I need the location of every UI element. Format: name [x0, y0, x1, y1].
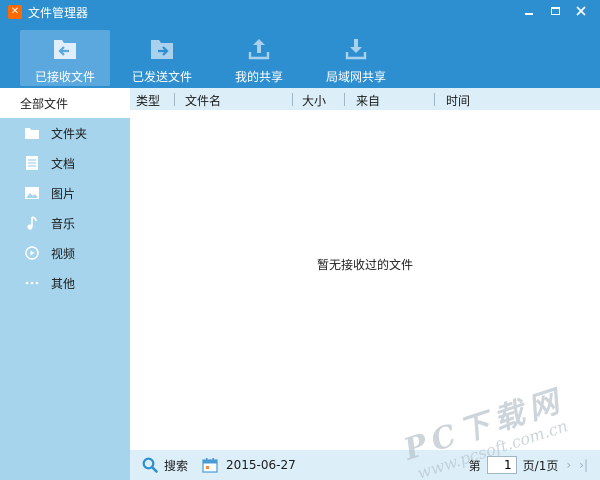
column-header-from[interactable]: 来自 — [356, 92, 380, 109]
search-button[interactable]: 搜索 — [164, 457, 188, 474]
close-button[interactable] — [568, 2, 594, 20]
inbox-arrow-icon — [54, 40, 76, 59]
column-header-size[interactable]: 大小 — [302, 92, 326, 109]
window-controls — [516, 2, 594, 20]
upload-icon — [248, 39, 270, 60]
sidebar-item-video[interactable]: 视频 — [0, 238, 130, 268]
last-page-button[interactable]: ›| — [579, 458, 588, 472]
column-header-time[interactable]: 时间 — [446, 92, 470, 109]
sidebar-item-label: 图片 — [51, 186, 76, 201]
my-share-label: 我的共享 — [234, 70, 283, 84]
lan-share-tab[interactable]: 局域网共享 — [308, 30, 404, 86]
video-icon — [24, 245, 40, 261]
maximize-icon — [550, 7, 560, 15]
sidebar-item-label: 文件夹 — [51, 126, 88, 141]
column-header-filename[interactable]: 文件名 — [185, 92, 221, 109]
file-manager-window: ✕ 文件管理器 已接收文件 已发送文件 我的共享 局域网共享 全部文件 文件夹 … — [0, 0, 600, 480]
calendar-icon[interactable] — [202, 457, 218, 473]
window-title: 文件管理器 — [28, 5, 89, 20]
empty-state-message: 暂无接收过的文件 — [316, 258, 413, 272]
image-icon — [24, 185, 40, 201]
status-bar: 搜索 2015-06-27 第 页/1页 › ›| — [130, 450, 600, 480]
toolbar: 已接收文件 已发送文件 我的共享 局域网共享 — [0, 24, 600, 88]
lan-share-label: 局域网共享 — [325, 70, 386, 84]
pagination: 第 页/1页 › ›| — [469, 456, 588, 474]
next-page-button[interactable]: › — [566, 458, 571, 472]
sidebar-item-other[interactable]: 其他 — [0, 268, 130, 298]
column-header-type[interactable]: 类型 — [136, 92, 160, 109]
sidebar-item-label: 音乐 — [51, 216, 76, 231]
maximize-button[interactable] — [542, 2, 568, 20]
folder-icon — [24, 125, 40, 141]
app-logo-icon: ✕ — [8, 5, 22, 19]
my-share-tab[interactable]: 我的共享 — [214, 30, 304, 86]
sidebar-item-music[interactable]: 音乐 — [0, 208, 130, 238]
date-label[interactable]: 2015-06-27 — [226, 458, 296, 472]
column-divider[interactable] — [174, 93, 175, 106]
received-files-label: 已接收文件 — [34, 70, 95, 84]
sidebar: 全部文件 文件夹 文档 图片 音乐 视频 其他 — [0, 88, 130, 480]
received-files-tab[interactable]: 已接收文件 — [20, 30, 110, 86]
sent-files-label: 已发送文件 — [131, 70, 192, 84]
outbox-arrow-icon — [151, 40, 173, 59]
sidebar-item-images[interactable]: 图片 — [0, 178, 130, 208]
sidebar-item-label: 视频 — [51, 246, 76, 261]
music-icon — [24, 215, 40, 231]
column-divider[interactable] — [434, 93, 435, 106]
page-suffix-label: 页/1页 — [522, 458, 559, 473]
column-divider[interactable] — [344, 93, 345, 106]
download-icon — [345, 39, 367, 60]
sidebar-item-label: 其他 — [51, 276, 76, 291]
search-icon[interactable] — [142, 457, 158, 473]
minimize-button[interactable] — [516, 2, 542, 20]
document-icon — [24, 155, 40, 171]
more-icon — [24, 275, 40, 291]
sidebar-item-all-files[interactable]: 全部文件 — [0, 88, 130, 118]
close-icon — [576, 6, 586, 16]
title-bar: ✕ 文件管理器 — [0, 0, 600, 24]
file-list-panel: 类型 文件名 大小 来自 时间 暂无接收过的文件 — [130, 88, 600, 450]
sent-files-tab[interactable]: 已发送文件 — [114, 30, 210, 86]
sidebar-item-folders[interactable]: 文件夹 — [0, 118, 130, 148]
page-number-input[interactable] — [486, 456, 517, 474]
page-prefix-label: 第 — [468, 458, 481, 473]
sidebar-item-documents[interactable]: 文档 — [0, 148, 130, 178]
sidebar-item-label: 文档 — [51, 156, 76, 171]
column-divider[interactable] — [292, 93, 293, 106]
minimize-icon — [525, 13, 533, 15]
table-header: 类型 文件名 大小 来自 时间 — [130, 88, 600, 110]
